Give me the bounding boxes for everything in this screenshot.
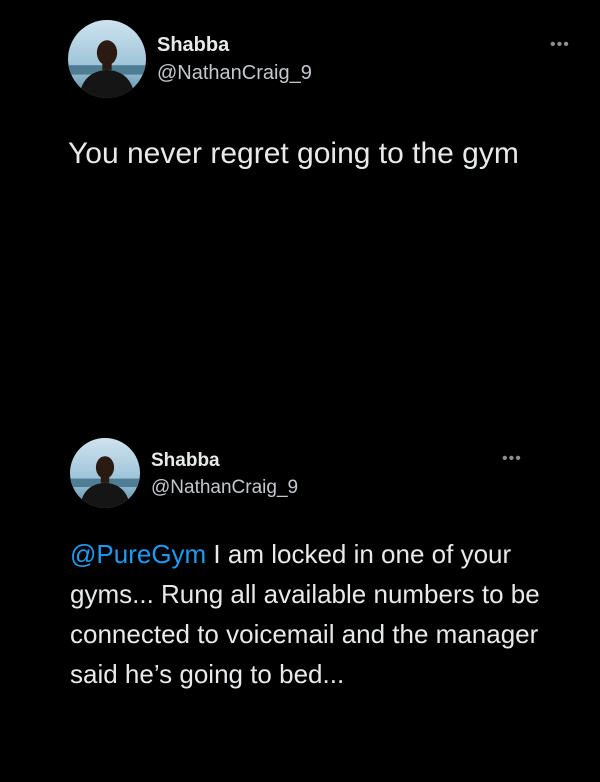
display-name[interactable]: Shabba <box>157 34 229 57</box>
tweet-text: You never regret going to the gym <box>68 137 519 170</box>
avatar-photo <box>70 438 140 508</box>
user-handle[interactable]: @NathanCraig_9 <box>151 477 298 499</box>
mention-link[interactable]: @PureGym <box>70 539 206 569</box>
avatar-photo <box>68 20 146 98</box>
tweet-1[interactable]: Shabba @NathanCraig_9 ••• You never regr… <box>0 0 600 420</box>
more-options-button[interactable]: ••• <box>550 37 570 53</box>
tweet-2[interactable]: Shabba @NathanCraig_9 ••• @PureGym I am … <box>0 420 600 782</box>
tweet-text: @PureGym I am locked in one of your gyms… <box>70 534 540 694</box>
user-handle[interactable]: @NathanCraig_9 <box>157 62 312 85</box>
more-options-button[interactable]: ••• <box>502 451 522 467</box>
profile-avatar[interactable] <box>68 20 146 98</box>
profile-avatar[interactable] <box>70 438 140 508</box>
more-horizontal-icon: ••• <box>502 450 522 467</box>
display-name[interactable]: Shabba <box>151 450 220 472</box>
more-horizontal-icon: ••• <box>550 36 570 53</box>
